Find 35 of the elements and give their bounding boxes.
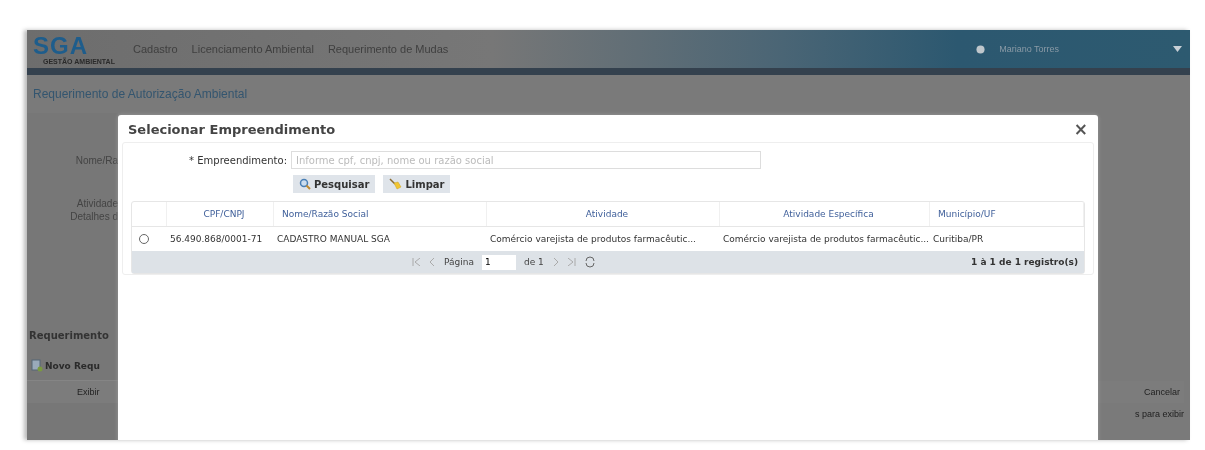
table-cell-text: Comércio varejista de produtos farmacêutic... (489, 234, 697, 244)
previous-page-icon[interactable] (428, 258, 436, 266)
clear-button[interactable]: Limpar (383, 175, 451, 193)
column-header[interactable]: CPF/CNPJ (167, 202, 274, 226)
section-title: Requerimento (29, 330, 109, 341)
column-header[interactable]: Atividade Específica (720, 202, 930, 226)
search-button[interactable]: Pesquisar (293, 175, 376, 193)
logo-title: SGA (33, 33, 88, 58)
dialog-title: Selecionar Empreendimento (128, 122, 336, 137)
field-label: * Empreendimento: (188, 154, 288, 166)
next-page-icon[interactable] (551, 258, 560, 266)
column-header[interactable]: Atividade (487, 202, 720, 226)
page-title: Requerimento de Autorização Ambiental (32, 86, 249, 103)
table-cell-text: Curitiba/PR (932, 234, 985, 244)
first-page-icon[interactable] (412, 258, 420, 266)
refresh-icon[interactable] (583, 256, 596, 268)
empty-message: s para exibir (1134, 409, 1184, 419)
table-cell-text: CADASTRO MANUAL SGA (276, 234, 391, 244)
record-count: 1 à 1 de 1 registro(s) (971, 257, 1078, 267)
page-count: de 1 (524, 257, 544, 267)
table-cell-text: 56.490.868/0001-71 (169, 234, 264, 244)
table-cell-text: Comércio varejista de produtos farmacêutic... (722, 234, 930, 244)
document-add-icon (31, 359, 43, 372)
row-radio[interactable] (139, 234, 149, 244)
column-header[interactable]: Nome/Razão Social (274, 202, 487, 226)
page-field[interactable]: 1 (482, 254, 516, 270)
page-label: Página (444, 257, 474, 267)
close-button[interactable]: × (1073, 121, 1088, 138)
column-header[interactable]: Município/UF (930, 202, 1084, 226)
caret-icon[interactable] (1173, 46, 1182, 52)
magnifier-icon (299, 178, 311, 190)
column-header: Exibir (27, 380, 118, 403)
broom-icon (389, 178, 403, 190)
search-field[interactable]: Informe cpf, cnpj, nome ou razão social (291, 151, 761, 169)
last-page-icon[interactable] (567, 258, 576, 266)
